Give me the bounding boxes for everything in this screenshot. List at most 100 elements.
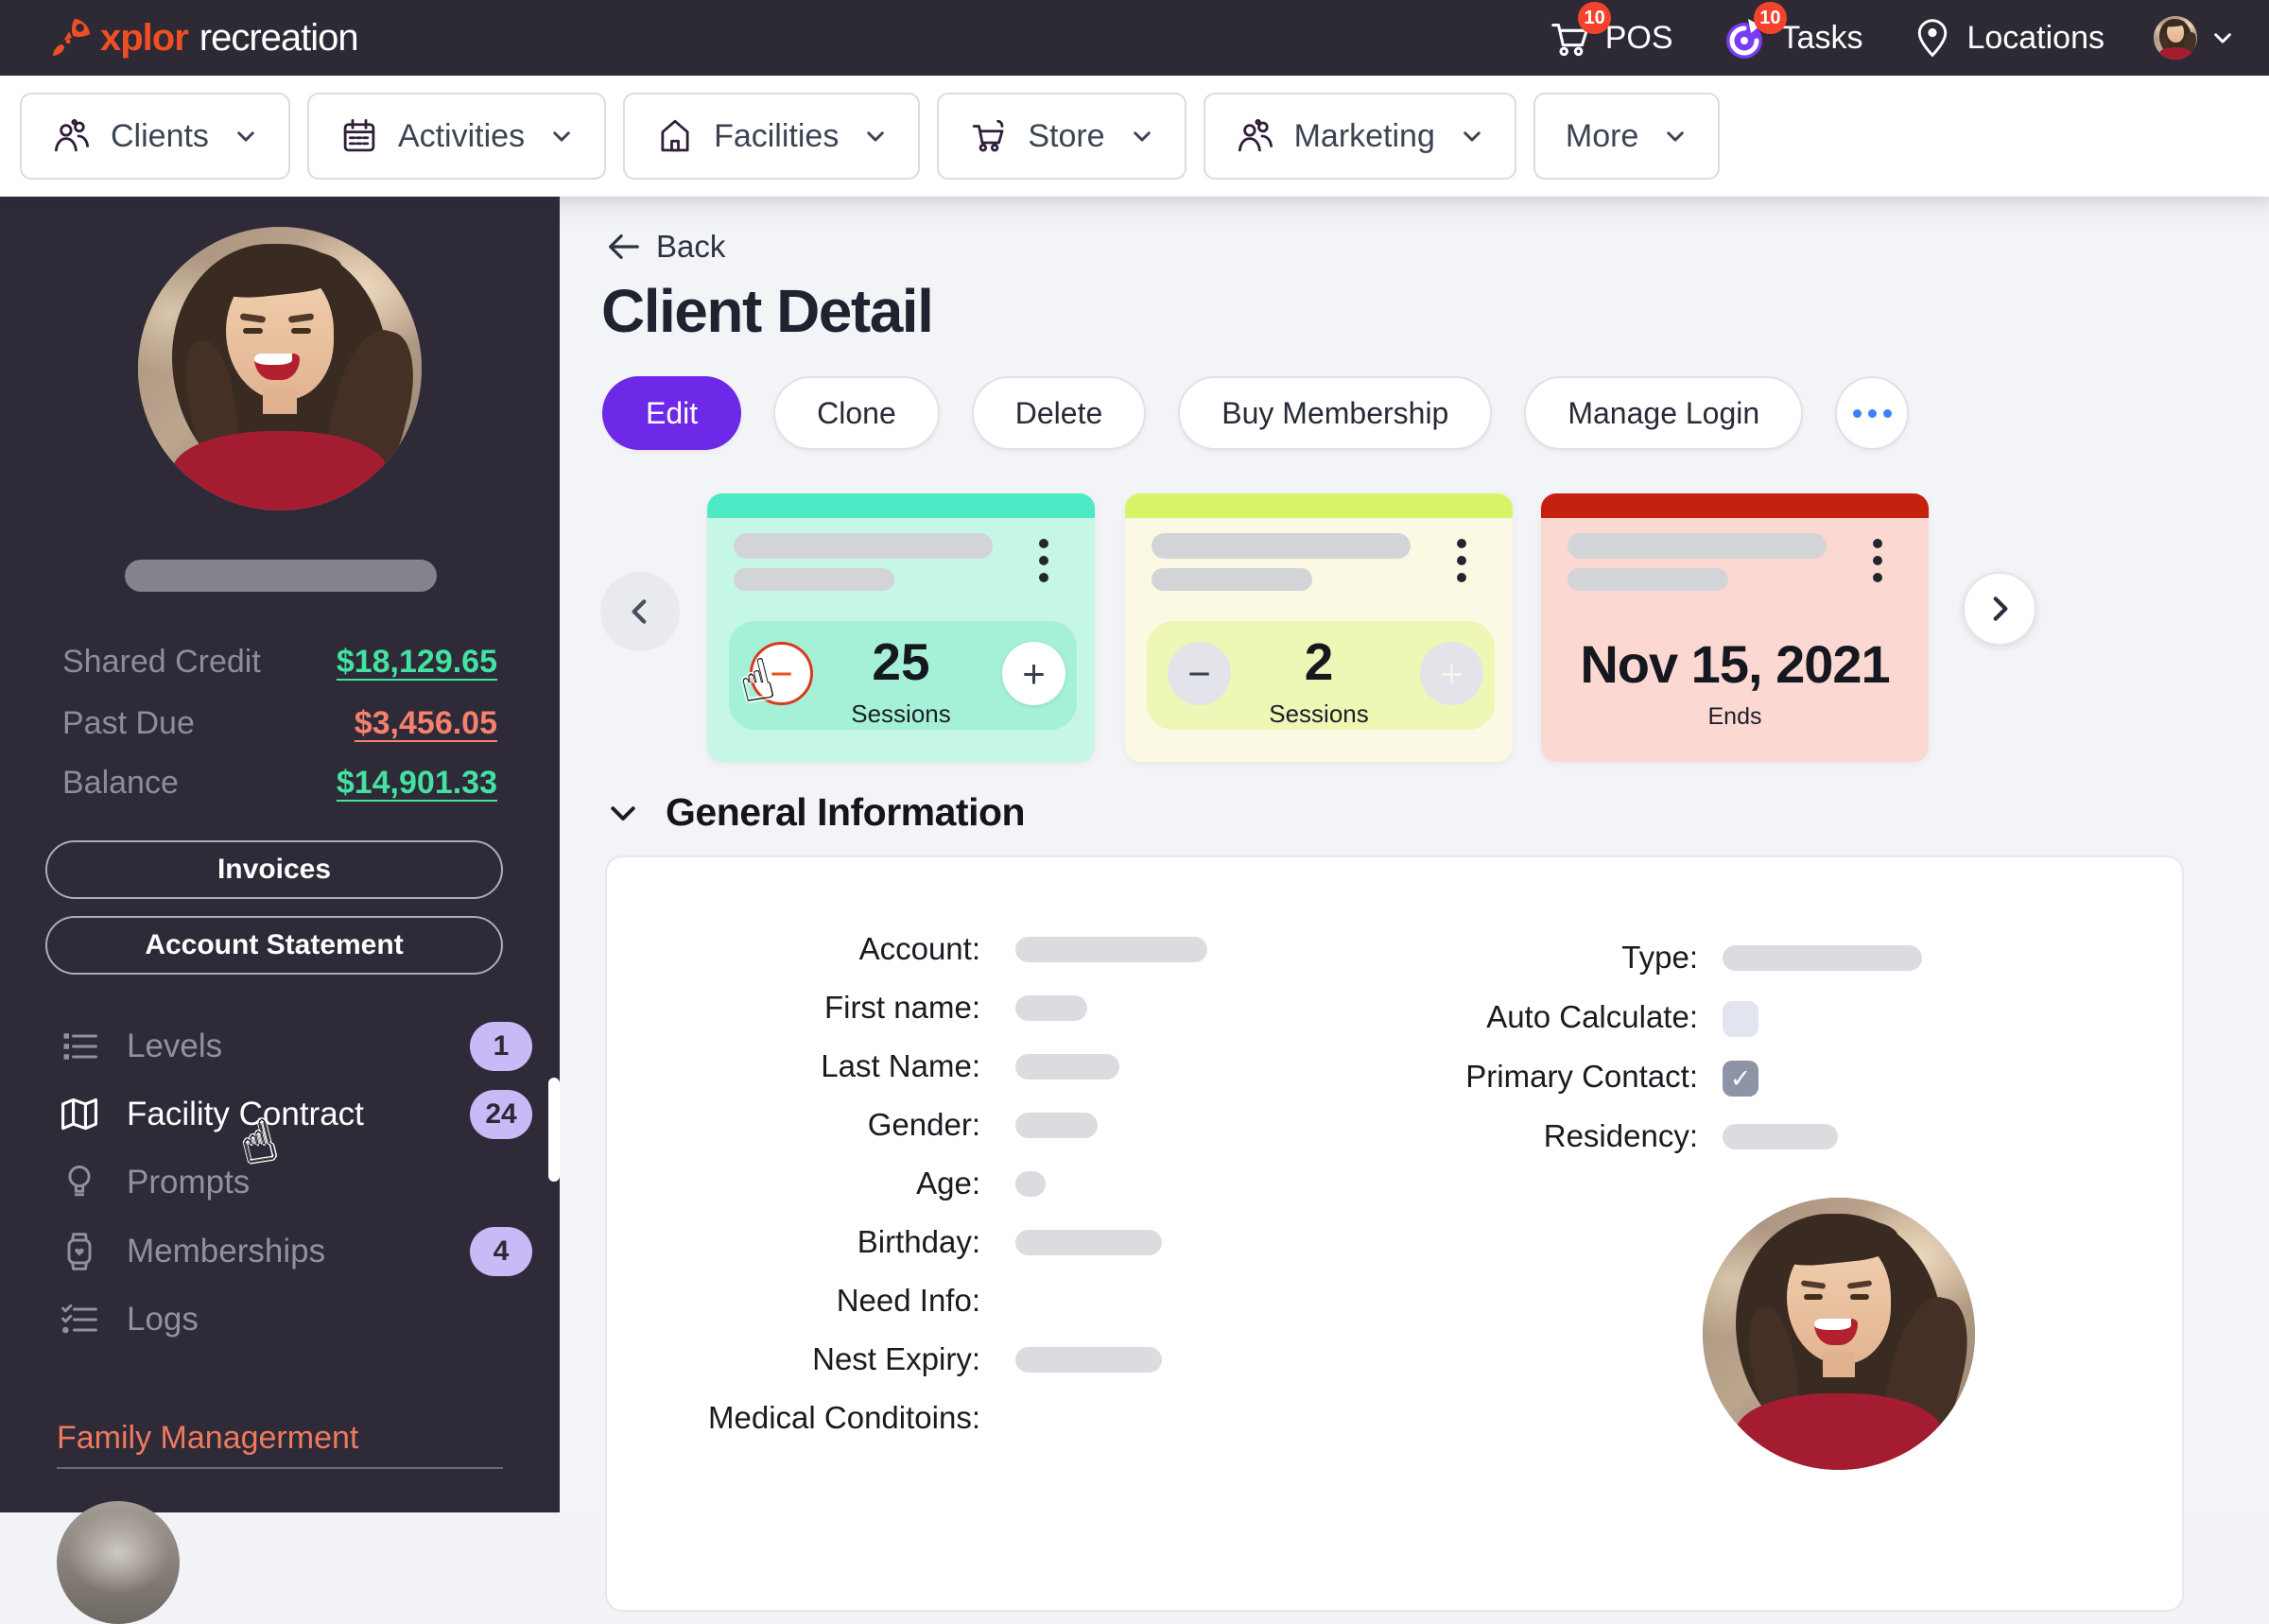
field-label: Nest Expiry:	[812, 1341, 980, 1376]
shared-credit-row: Shared Credit $18,129.65	[62, 641, 497, 682]
sidebar-item-label: Facility Contract	[127, 1096, 364, 1132]
nav-marketing-label: Marketing	[1293, 117, 1435, 154]
locations-menu-item[interactable]: Locations	[1912, 17, 2104, 59]
past-due-row: Past Due $3,456.05	[62, 702, 497, 744]
card-subtitle-placeholder	[1152, 568, 1312, 591]
buy-membership-button[interactable]: Buy Membership	[1178, 376, 1493, 450]
past-due-label: Past Due	[62, 704, 195, 741]
chevron-down-icon	[1130, 124, 1154, 148]
chevron-down-icon	[1663, 124, 1688, 148]
field-value-placeholder	[1015, 1230, 1162, 1255]
sidebar-item-label: Logs	[127, 1301, 199, 1338]
card-subtitle-placeholder	[1568, 568, 1728, 591]
sidebar-item-facility-contract[interactable]: Facility Contract 24	[0, 1086, 560, 1143]
field-label: Account:	[858, 931, 980, 966]
tasks-menu-item[interactable]: 10 Tasks	[1723, 2, 1862, 60]
general-information-toggle[interactable]: General Information	[605, 790, 1026, 835]
increase-sessions-button[interactable]: +	[1002, 642, 1065, 705]
facility-house-icon	[655, 116, 695, 156]
nav-store-button[interactable]: Store	[937, 93, 1186, 180]
field-label: Primary Contact:	[1465, 1059, 1698, 1094]
field-value-placeholder	[1723, 945, 1922, 971]
field-label: Last Name:	[821, 1048, 980, 1083]
cart-icon	[969, 116, 1009, 156]
client-name-placeholder	[125, 560, 437, 592]
field-label: First name:	[823, 990, 980, 1025]
nav-facilities-button[interactable]: Facilities	[623, 93, 921, 180]
nav-marketing-button[interactable]: Marketing	[1203, 93, 1516, 180]
balance-label: Balance	[62, 764, 179, 801]
client-photo	[1703, 1198, 1975, 1470]
shared-credit-value[interactable]: $18,129.65	[337, 644, 497, 681]
sidebar-item-levels[interactable]: Levels 1	[0, 1018, 560, 1075]
lightbulb-icon	[59, 1162, 100, 1203]
primary-contact-checkbox[interactable]: ✓	[1723, 1061, 1758, 1097]
action-buttons-row: Edit Clone Delete Buy Membership Manage …	[602, 376, 1910, 450]
family-member-avatar[interactable]	[57, 1501, 180, 1624]
brand-suffix: recreation	[199, 16, 359, 59]
sidebar-item-logs[interactable]: Logs	[0, 1291, 560, 1348]
membership-card-expiry[interactable]: Nov 15, 2021 Ends	[1541, 493, 1929, 762]
calendar-icon	[339, 116, 379, 156]
field-label: Residency:	[1543, 1118, 1698, 1153]
nav-clients-button[interactable]: Clients	[20, 93, 290, 180]
sidebar-item-prompts[interactable]: Prompts	[0, 1154, 560, 1211]
chevron-down-icon	[1460, 124, 1484, 148]
edit-button[interactable]: Edit	[602, 376, 742, 450]
increase-sessions-button-disabled[interactable]: +	[1420, 642, 1483, 705]
module-nav-bar: Clients Activities Facilities Store Mark…	[0, 76, 2269, 197]
past-due-value[interactable]: $3,456.05	[355, 705, 497, 742]
kebab-menu-icon[interactable]	[1039, 539, 1048, 582]
carousel-previous-button[interactable]	[600, 572, 680, 651]
auto-calculate-checkbox[interactable]	[1723, 1001, 1758, 1037]
carousel-next-button[interactable]	[1963, 572, 2036, 646]
balance-row: Balance $14,901.33	[62, 762, 497, 803]
brand-name: xplor	[100, 16, 189, 59]
membership-card-sessions-green[interactable]: − 25 Sessions +	[707, 493, 1095, 762]
sidebar-item-memberships[interactable]: Memberships 4	[0, 1223, 560, 1280]
delete-button[interactable]: Delete	[971, 376, 1147, 450]
sidebar-item-label: Prompts	[127, 1164, 251, 1201]
top-app-bar: xplor recreation 10 POS 10 Tasks Locatio…	[0, 0, 2269, 76]
chevron-down-icon	[863, 124, 888, 148]
account-statement-button[interactable]: Account Statement	[45, 916, 503, 975]
balance-value[interactable]: $14,901.33	[337, 765, 497, 802]
sidebar-item-label: Levels	[127, 1028, 223, 1064]
invoices-button[interactable]: Invoices	[45, 840, 503, 899]
card-accent-bar	[1125, 493, 1513, 518]
back-link[interactable]: Back	[605, 229, 725, 265]
nav-activities-button[interactable]: Activities	[306, 93, 607, 180]
card-accent-bar	[1541, 493, 1929, 518]
shared-credit-label: Shared Credit	[62, 643, 261, 680]
manage-login-button[interactable]: Manage Login	[1524, 376, 1804, 450]
sidebar-scrollbar-thumb[interactable]	[548, 1078, 560, 1182]
more-actions-button[interactable]	[1835, 376, 1910, 450]
app-logo[interactable]: xplor recreation	[49, 16, 359, 60]
back-arrow-icon	[605, 229, 641, 265]
field-value-placeholder	[1015, 937, 1207, 962]
client-detail-page: Back Client Detail Edit Clone Delete Buy…	[560, 197, 2269, 1612]
field-label: Need Info:	[836, 1283, 980, 1318]
general-information-card: Account: First name: Last Name: Gender: …	[605, 855, 2184, 1612]
clone-button[interactable]: Clone	[773, 376, 940, 450]
membership-card-sessions-yellow[interactable]: − 2 Sessions +	[1125, 493, 1513, 762]
locations-label: Locations	[1966, 19, 2104, 56]
sidebar-divider	[57, 1467, 503, 1469]
kebab-menu-icon[interactable]	[1457, 539, 1466, 582]
nav-more-button[interactable]: More	[1533, 93, 1721, 180]
card-title-placeholder	[734, 533, 993, 559]
levels-count-badge: 1	[470, 1022, 532, 1071]
pos-count-badge: 10	[1578, 2, 1611, 34]
chevron-down-icon	[605, 795, 641, 831]
pos-menu-item[interactable]: 10 POS	[1547, 2, 1673, 60]
profile-menu[interactable]	[2154, 16, 2235, 60]
kebab-menu-icon[interactable]	[1873, 539, 1882, 582]
list-icon	[59, 1026, 100, 1067]
membership-end-date: Nov 15, 2021	[1580, 634, 1890, 694]
field-label: Birthday:	[857, 1224, 980, 1259]
location-pin-icon	[1912, 17, 1953, 59]
memberships-count-badge: 4	[470, 1227, 532, 1276]
section-title: General Information	[666, 790, 1026, 834]
client-sidebar: Shared Credit $18,129.65 Past Due $3,456…	[0, 197, 560, 1624]
family-management-section-label: Family Managerment	[57, 1420, 359, 1456]
